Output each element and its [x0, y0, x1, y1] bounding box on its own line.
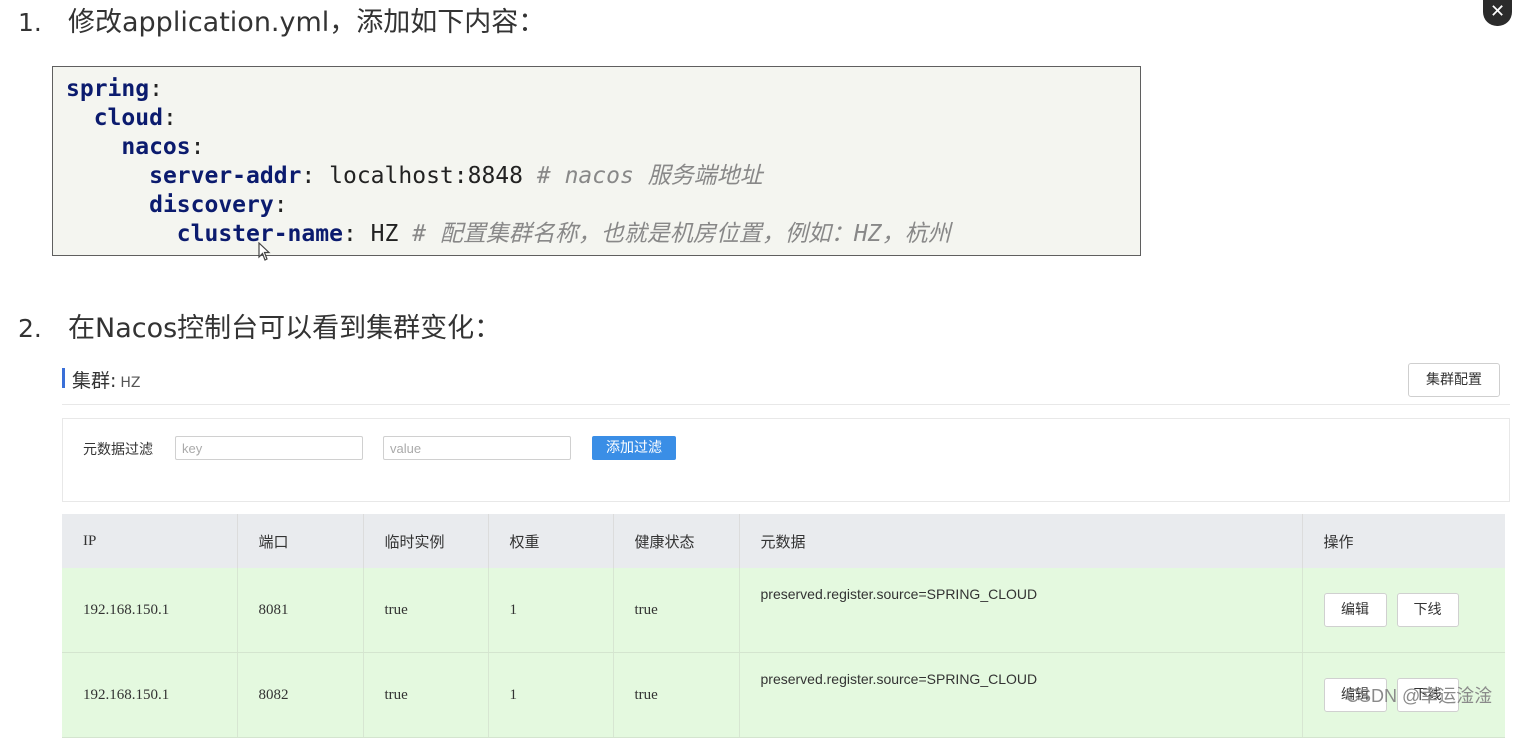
cell-ip: 192.168.150.1 — [62, 568, 238, 653]
step-text: 在Nacos控制台可以看到集群变化： — [68, 313, 502, 344]
code-line: server-addr: localhost:8848 # nacos 服务端地… — [66, 162, 1140, 191]
step-number: 1. — [18, 8, 42, 37]
cell-weight: 1 — [488, 652, 614, 738]
mouse-cursor-icon — [258, 242, 271, 261]
yaml-key: server-addr — [149, 163, 302, 189]
step-2-heading: 2. 在Nacos控制台可以看到集群变化： — [18, 306, 501, 345]
yaml-key: spring — [66, 76, 150, 102]
close-icon[interactable]: ✕ — [1490, 1, 1505, 22]
filter-value-input[interactable] — [383, 436, 571, 460]
yaml-key: nacos — [121, 134, 191, 160]
cluster-accent-bar — [62, 368, 65, 388]
cluster-header: 集群: HZ 集群配置 — [62, 363, 1510, 405]
header-metadata: 元数据 — [739, 514, 1303, 568]
header-weight: 权重 — [488, 514, 614, 568]
csdn-watermark: CSDN @幸运淦淦 — [1346, 686, 1493, 706]
step-number: 2. — [18, 314, 42, 343]
yaml-colon: : — [273, 192, 288, 218]
code-line: discovery: — [66, 191, 1140, 220]
code-line: nacos: — [66, 133, 1140, 162]
cell-port: 8081 — [237, 568, 364, 653]
yaml-code-block: spring: cloud: nacos: server-addr: local… — [52, 66, 1141, 256]
table-row: 192.168.150.1 8081 true 1 true preserved… — [62, 568, 1505, 653]
cell-port: 8082 — [237, 652, 364, 738]
yaml-comment: # 配置集群名称，也就是机房位置，例如：HZ，杭州 — [412, 221, 951, 247]
cell-healthy: true — [613, 652, 740, 738]
code-line: spring: — [66, 75, 1140, 104]
yaml-value: localhost:8848 — [329, 163, 524, 189]
cluster-name: HZ — [120, 375, 141, 391]
cell-ephemeral: true — [363, 652, 489, 738]
header-ephemeral: 临时实例 — [363, 514, 489, 568]
filter-label: 元数据过滤 — [83, 442, 153, 458]
cell-ephemeral: true — [363, 568, 489, 653]
yaml-colon: : — [301, 163, 316, 189]
cell-metadata: preserved.register.source=SPRING_CLOUD — [739, 568, 1303, 653]
yaml-key: cloud — [93, 105, 163, 131]
offline-button[interactable]: 下线 — [1396, 593, 1459, 627]
add-filter-button[interactable]: 添加过滤 — [592, 436, 676, 460]
edit-button[interactable]: 编辑 — [1323, 593, 1387, 627]
header-port: 端口 — [237, 514, 364, 568]
yaml-value: HZ — [370, 221, 399, 247]
cluster-config-button[interactable]: 集群配置 — [1408, 363, 1500, 397]
code-line: cluster-name: HZ # 配置集群名称，也就是机房位置，例如：HZ，… — [66, 220, 1140, 249]
code-line: cloud: — [66, 104, 1140, 133]
cell-ip: 192.168.150.1 — [62, 652, 238, 738]
filter-key-input[interactable] — [175, 436, 363, 460]
header-actions: 操作 — [1302, 514, 1505, 568]
yaml-colon: : — [162, 105, 177, 131]
instance-table: IP 端口 临时实例 权重 健康状态 元数据 操作 192.168.150.1 … — [62, 514, 1505, 738]
yaml-comment: # nacos 服务端地址 — [536, 163, 763, 189]
cell-healthy: true — [613, 568, 740, 653]
cluster-title: 集群: HZ — [72, 366, 141, 393]
table-header-row: IP 端口 临时实例 权重 健康状态 元数据 操作 — [62, 514, 1505, 568]
yaml-colon: : — [342, 221, 357, 247]
step-1-heading: 1. 修改application.yml，添加如下内容： — [18, 0, 545, 39]
yaml-key: discovery — [149, 192, 274, 218]
close-button[interactable]: ✕ — [1483, 0, 1512, 26]
cell-weight: 1 — [488, 568, 614, 653]
cluster-label: 集群: — [72, 370, 117, 392]
cell-actions: 编辑 下线 — [1302, 568, 1505, 653]
yaml-colon: : — [190, 134, 205, 160]
yaml-colon: : — [149, 76, 163, 102]
header-ip: IP — [62, 514, 238, 568]
cell-metadata: preserved.register.source=SPRING_CLOUD — [739, 652, 1303, 738]
header-health: 健康状态 — [613, 514, 740, 568]
step-text: 修改application.yml，添加如下内容： — [68, 7, 546, 38]
table-row: 192.168.150.1 8082 true 1 true preserved… — [62, 652, 1505, 738]
metadata-filter-panel: 元数据过滤 添加过滤 — [62, 418, 1510, 502]
